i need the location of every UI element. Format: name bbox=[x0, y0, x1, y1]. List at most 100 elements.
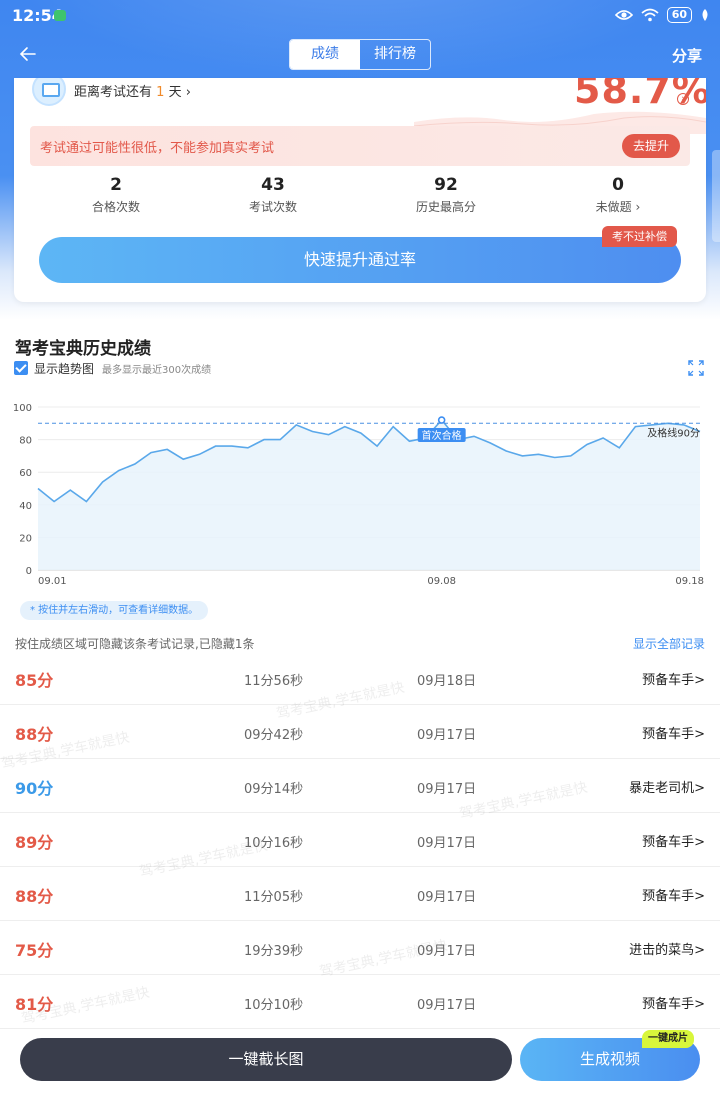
record-title[interactable]: 进击的菜鸟> bbox=[629, 939, 705, 958]
record-row[interactable]: 85分 11分56秒 09月18日 预备车手> bbox=[0, 651, 720, 705]
record-title[interactable]: 预备车手> bbox=[642, 669, 705, 688]
record-score: 88分 bbox=[15, 725, 54, 744]
leaf-icon bbox=[702, 9, 708, 21]
show-all-records-link[interactable]: 显示全部记录 bbox=[633, 635, 705, 652]
boost-pass-rate-button[interactable]: 快速提升通过率 bbox=[39, 237, 681, 283]
record-score: 85分 bbox=[15, 671, 54, 690]
stat-value: 0 bbox=[612, 175, 624, 195]
record-duration: 11分05秒 bbox=[244, 890, 304, 905]
trend-chart[interactable]: 0 20 40 60 80 100 09.01 09.08 09.18 及格线90分 首次合格 bbox=[0, 395, 720, 590]
expand-fullscreen-icon[interactable] bbox=[688, 360, 704, 376]
record-duration: 09分42秒 bbox=[244, 728, 304, 743]
record-title[interactable]: 预备车手> bbox=[642, 993, 705, 1012]
exam-calendar-icon bbox=[32, 78, 66, 106]
stat-best-score: 92 历史最高分 bbox=[386, 174, 506, 215]
y-tick-label: 0 bbox=[26, 566, 32, 577]
record-duration: 19分39秒 bbox=[244, 944, 304, 959]
pass-line-label: 及格线90分 bbox=[647, 426, 700, 439]
record-title[interactable]: 预备车手> bbox=[642, 723, 705, 742]
record-score: 75分 bbox=[15, 941, 54, 960]
countdown-days: 1 bbox=[156, 85, 165, 100]
chevron-right-icon: › bbox=[635, 200, 641, 214]
record-row[interactable]: 88分 09分42秒 09月17日 预备车手> bbox=[0, 705, 720, 759]
stat-unanswered[interactable]: 0 未做题 › bbox=[558, 174, 678, 215]
long-screenshot-button[interactable]: 一键截长图 bbox=[20, 1038, 512, 1081]
record-row[interactable]: 75分 19分39秒 09月17日 进击的菜鸟> bbox=[0, 921, 720, 975]
summary-card: 距离考试还有 1 天 › 58.7% › 考试通过可能性很低，不能参加真实考试 … bbox=[14, 78, 706, 302]
records-list: 85分 11分56秒 09月18日 预备车手> 88分 09分42秒 09月17… bbox=[0, 651, 720, 1029]
stat-label: 考试次数 bbox=[248, 200, 297, 214]
record-date: 09月17日 bbox=[417, 728, 477, 743]
show-trend-label: 显示趋势图 bbox=[34, 361, 95, 376]
exam-countdown[interactable]: 距离考试还有 1 天 › bbox=[74, 81, 191, 100]
record-duration: 10分10秒 bbox=[244, 998, 304, 1013]
improve-button[interactable]: 去提升 bbox=[621, 134, 680, 158]
stat-label: 合格次数 bbox=[91, 200, 140, 214]
record-row[interactable]: 89分 10分16秒 09月17日 预备车手> bbox=[0, 813, 720, 867]
x-tick-label: 09.08 bbox=[427, 576, 456, 587]
record-duration: 09分14秒 bbox=[244, 782, 304, 797]
chevron-right-icon: › bbox=[185, 85, 191, 100]
stat-label: 未做题 › bbox=[558, 198, 678, 215]
pass-rate-info-icon[interactable]: › bbox=[677, 93, 689, 105]
wifi-icon bbox=[641, 8, 659, 22]
record-row[interactable]: 88分 11分05秒 09月17日 预备车手> bbox=[0, 867, 720, 921]
video-badge: 一键成片 bbox=[642, 1030, 694, 1048]
first-pass-label: 首次合格 bbox=[422, 429, 462, 442]
record-date: 09月18日 bbox=[417, 674, 477, 689]
side-float-handle[interactable] bbox=[712, 150, 720, 242]
y-tick-label: 60 bbox=[19, 468, 32, 479]
tab-ranking[interactable]: 排行榜 bbox=[360, 40, 430, 69]
show-trend-toggle[interactable]: 显示趋势图 最多显示最近300次成绩 bbox=[14, 360, 211, 376]
stat-value: 92 bbox=[434, 175, 458, 195]
record-score: 88分 bbox=[15, 887, 54, 906]
segment-tabs: 成绩 排行榜 bbox=[289, 39, 431, 70]
nav-bar: 成绩 排行榜 分享 bbox=[0, 36, 720, 74]
record-duration: 10分16秒 bbox=[244, 836, 304, 851]
battery-indicator: 60 bbox=[666, 7, 692, 23]
x-tick-label: 09.01 bbox=[38, 576, 67, 587]
stat-label-text: 未做题 bbox=[595, 200, 632, 214]
tab-score[interactable]: 成绩 bbox=[290, 40, 360, 69]
trend-area bbox=[38, 420, 700, 570]
wechat-notification-icon bbox=[54, 10, 66, 21]
first-pass-point bbox=[437, 416, 446, 424]
status-bar: 12:54 60 bbox=[0, 0, 720, 32]
record-duration: 11分56秒 bbox=[244, 674, 304, 689]
stat-label: 历史最高分 bbox=[415, 200, 476, 214]
stats-row: 2 合格次数 43 考试次数 92 历史最高分 0 未做题 › bbox=[14, 174, 706, 220]
warning-text: 考试通过可能性很低，不能参加真实考试 bbox=[40, 141, 275, 156]
status-indicators: 60 bbox=[614, 7, 710, 23]
stat-value: 2 bbox=[110, 175, 122, 195]
warning-banner: 考试通过可能性很低，不能参加真实考试 去提升 bbox=[30, 126, 690, 166]
chart-tip: * 按住并左右滑动，可查看详细数据。 bbox=[20, 601, 209, 620]
record-title[interactable]: 预备车手> bbox=[642, 885, 705, 904]
history-title: 驾考宝典历史成绩 bbox=[15, 339, 151, 359]
record-date: 09月17日 bbox=[417, 836, 477, 851]
record-date: 09月17日 bbox=[417, 944, 477, 959]
trend-hint: 最多显示最近300次成绩 bbox=[102, 364, 212, 376]
checkbox-checked-icon[interactable] bbox=[14, 361, 28, 375]
hide-record-note: 按住成绩区域可隐藏该条考试记录,已隐藏1条 bbox=[15, 637, 255, 651]
countdown-suffix: 天 bbox=[168, 85, 182, 100]
record-score: 90分 bbox=[15, 779, 54, 798]
record-date: 09月17日 bbox=[417, 998, 477, 1013]
stat-value: 43 bbox=[261, 175, 285, 195]
compensation-badge[interactable]: 考不过补偿 bbox=[602, 226, 677, 247]
share-button[interactable]: 分享 bbox=[672, 45, 702, 66]
countdown-prefix: 距离考试还有 bbox=[74, 85, 153, 100]
y-tick-label: 100 bbox=[13, 403, 32, 414]
record-row[interactable]: 90分 09分14秒 09月17日 暴走老司机> bbox=[0, 759, 720, 813]
y-tick-label: 80 bbox=[19, 436, 32, 447]
eye-icon bbox=[614, 10, 633, 20]
record-score: 81分 bbox=[15, 995, 54, 1014]
stat-exam-count: 43 考试次数 bbox=[213, 174, 333, 215]
record-row[interactable]: 81分 10分10秒 09月17日 预备车手> bbox=[0, 975, 720, 1029]
stat-pass-count: 2 合格次数 bbox=[56, 174, 176, 215]
record-date: 09月17日 bbox=[417, 782, 477, 797]
record-date: 09月17日 bbox=[417, 890, 477, 905]
record-title[interactable]: 暴走老司机> bbox=[629, 777, 705, 796]
record-title[interactable]: 预备车手> bbox=[642, 831, 705, 850]
x-tick-label: 09.18 bbox=[675, 576, 704, 587]
back-arrow-icon[interactable] bbox=[16, 42, 40, 66]
